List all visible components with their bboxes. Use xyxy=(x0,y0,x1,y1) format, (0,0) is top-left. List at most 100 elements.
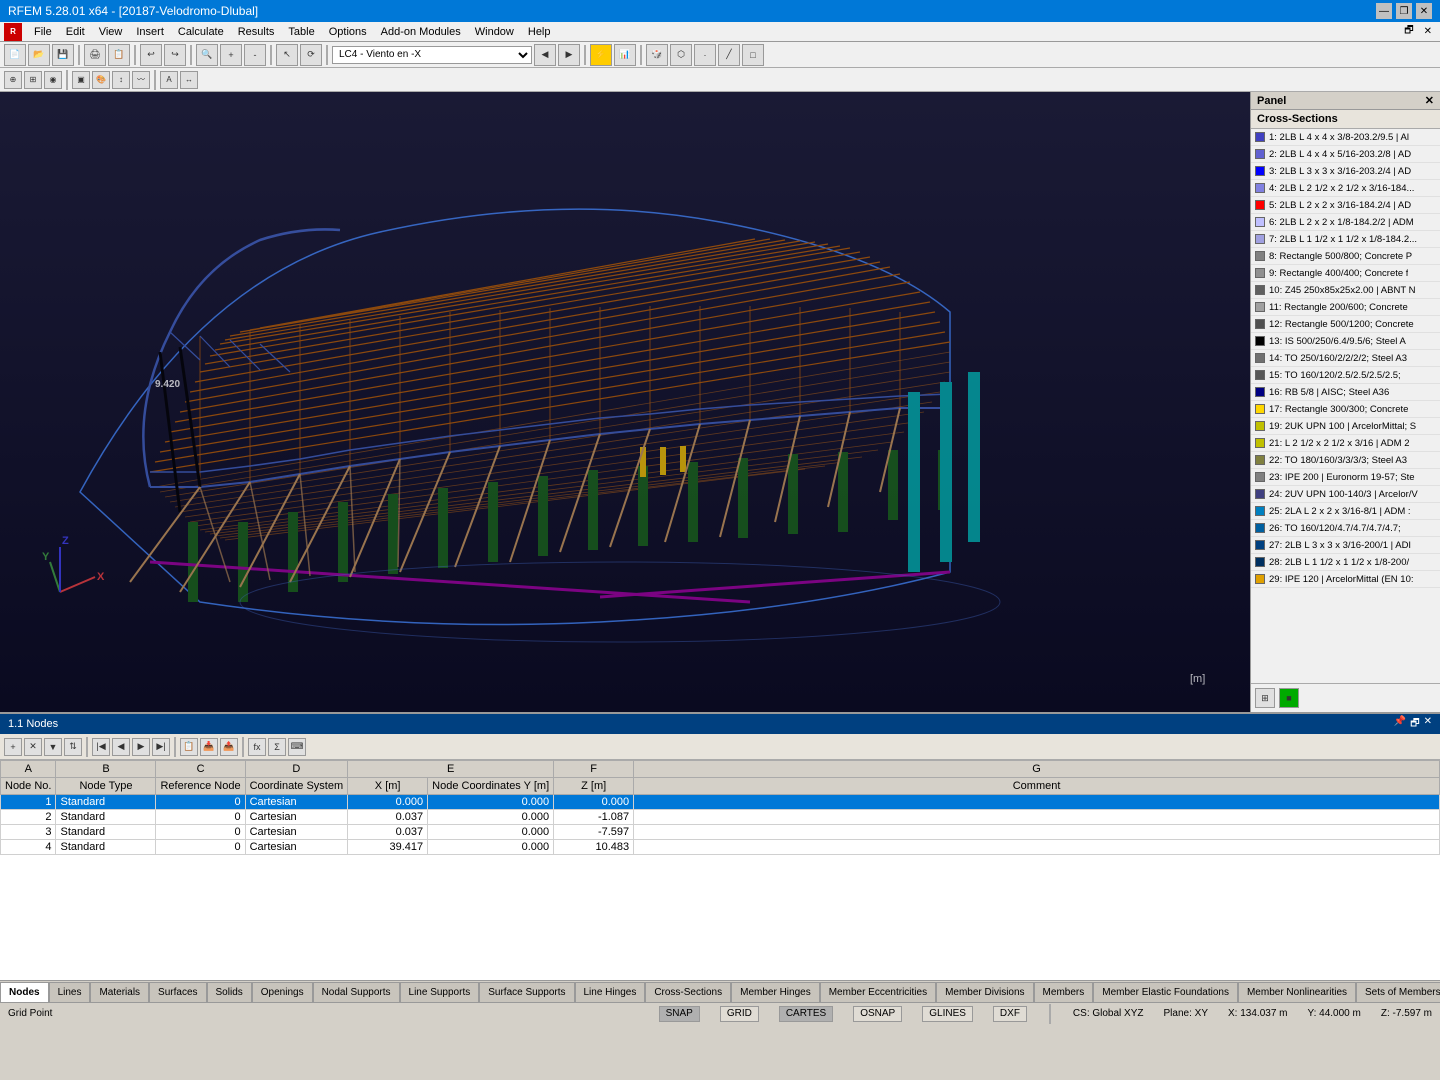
section-item-2[interactable]: 2: 2LB L 4 x 4 x 5/16-203.2/8 | AD xyxy=(1251,146,1440,163)
table-copy2[interactable]: 📋 xyxy=(180,738,198,756)
surface-btn[interactable]: □ xyxy=(742,44,764,66)
menu-options[interactable]: Options xyxy=(323,24,373,40)
section-item-21[interactable]: 23: IPE 200 | Euronorm 19-57; Ste xyxy=(1251,469,1440,486)
open-btn[interactable]: 📂 xyxy=(28,44,50,66)
table-import[interactable]: 📥 xyxy=(200,738,218,756)
tab-member-hinges[interactable]: Member Hinges xyxy=(731,982,820,1002)
section-item-10[interactable]: 10: Z45 250x85x25x2.00 | ABNT N xyxy=(1251,282,1440,299)
menu-table[interactable]: Table xyxy=(282,24,320,40)
select-btn[interactable]: ↖ xyxy=(276,44,298,66)
menu-addon[interactable]: Add-on Modules xyxy=(375,24,467,40)
rotate-btn[interactable]: ⟳ xyxy=(300,44,322,66)
panel-icon-2[interactable]: ■ xyxy=(1279,688,1299,708)
section-item-7[interactable]: 7: 2LB L 1 1/2 x 1 1/2 x 1/8-184.2... xyxy=(1251,231,1440,248)
line-btn[interactable]: ╱ xyxy=(718,44,740,66)
tab-line-hinges[interactable]: Line Hinges xyxy=(575,982,646,1002)
section-item-24[interactable]: 26: TO 160/120/4.7/4.7/4.7/4.7; xyxy=(1251,520,1440,537)
menu-edit[interactable]: Edit xyxy=(60,24,91,40)
window-controls[interactable]: — ❐ ✕ xyxy=(1376,3,1432,19)
render-btn[interactable]: ▣ xyxy=(72,71,90,89)
display-btn[interactable]: ◉ xyxy=(44,71,62,89)
table-add[interactable]: + xyxy=(4,738,22,756)
table-del[interactable]: ✕ xyxy=(24,738,42,756)
panel-close[interactable]: ✕ xyxy=(1425,94,1434,107)
cartes-button[interactable]: CARTES xyxy=(779,1006,833,1022)
section-item-11[interactable]: 11: Rectangle 200/600; Concrete xyxy=(1251,299,1440,316)
snap-button[interactable]: SNAP xyxy=(659,1006,700,1022)
table-nav-prev[interactable]: ◀ xyxy=(112,738,130,756)
table-calc[interactable]: ⌨ xyxy=(288,738,306,756)
menu-calculate[interactable]: Calculate xyxy=(172,24,230,40)
section-item-19[interactable]: 21: L 2 1/2 x 2 1/2 x 3/16 | ADM 2 xyxy=(1251,435,1440,452)
table-pin[interactable]: 📌 xyxy=(1394,716,1406,733)
tab-solids[interactable]: Solids xyxy=(207,982,252,1002)
save-btn[interactable]: 💾 xyxy=(52,44,74,66)
table-float[interactable]: 🗗 xyxy=(1410,716,1419,733)
dxf-button[interactable]: DXF xyxy=(993,1006,1027,1022)
section-item-1[interactable]: 1: 2LB L 4 x 4 x 3/8-203.2/9.5 | Al xyxy=(1251,129,1440,146)
table-container[interactable]: A B C D E F G Node No. Node Type Referen… xyxy=(0,760,1440,980)
tab-member-elastic-foundations[interactable]: Member Elastic Foundations xyxy=(1093,982,1238,1002)
section-item-26[interactable]: 28: 2LB L 1 1/2 x 1 1/2 x 1/8-200/ xyxy=(1251,554,1440,571)
osnap-button[interactable]: OSNAP xyxy=(853,1006,902,1022)
close-doc-button[interactable]: ✕ xyxy=(1420,26,1436,37)
tab-line-supports[interactable]: Line Supports xyxy=(400,982,480,1002)
table-close[interactable]: ✕ xyxy=(1424,716,1432,733)
tab-member-divisions[interactable]: Member Divisions xyxy=(936,982,1033,1002)
table-row[interactable]: 4 Standard 0 Cartesian 39.417 0.000 10.4… xyxy=(1,840,1440,855)
zoom-out-btn[interactable]: - xyxy=(244,44,266,66)
table-nav-first[interactable]: |◀ xyxy=(92,738,110,756)
section-item-18[interactable]: 19: 2UK UPN 100 | ArcelorMittal; S xyxy=(1251,418,1440,435)
calc-btn[interactable]: ⚡ xyxy=(590,44,612,66)
section-item-9[interactable]: 9: Rectangle 400/400; Concrete f xyxy=(1251,265,1440,282)
copy-btn[interactable]: 📋 xyxy=(108,44,130,66)
tab-sets-of-members[interactable]: Sets of Members xyxy=(1356,982,1440,1002)
section-item-20[interactable]: 22: TO 180/160/3/3/3/3; Steel A3 xyxy=(1251,452,1440,469)
menu-window[interactable]: Window xyxy=(469,24,520,40)
next-btn[interactable]: ▶ xyxy=(558,44,580,66)
load-disp-btn[interactable]: ↕ xyxy=(112,71,130,89)
table-fx[interactable]: fx xyxy=(248,738,266,756)
menu-results[interactable]: Results xyxy=(232,24,281,40)
tab-surface-supports[interactable]: Surface Supports xyxy=(479,982,574,1002)
new-btn[interactable]: 📄 xyxy=(4,44,26,66)
viewport-3d[interactable]: X Y Z 9.420 [m] xyxy=(0,92,1250,712)
minimize-button[interactable]: — xyxy=(1376,3,1392,19)
tab-openings[interactable]: Openings xyxy=(252,982,313,1002)
tab-nodal-supports[interactable]: Nodal Supports xyxy=(313,982,400,1002)
table-sort[interactable]: ⇅ xyxy=(64,738,82,756)
color-btn[interactable]: 🎨 xyxy=(92,71,110,89)
menu-file[interactable]: File xyxy=(28,24,58,40)
section-item-23[interactable]: 25: 2LA L 2 x 2 x 3/16-8/1 | ADM : xyxy=(1251,503,1440,520)
tab-member-nonlinearities[interactable]: Member Nonlinearities xyxy=(1238,982,1356,1002)
table-controls[interactable]: 📌 🗗 ✕ xyxy=(1394,716,1432,733)
print-btn[interactable]: 🖨 xyxy=(84,44,106,66)
table-row[interactable]: 3 Standard 0 Cartesian 0.037 0.000 -7.59… xyxy=(1,825,1440,840)
zoom-in-btn[interactable]: + xyxy=(220,44,242,66)
redo-btn[interactable]: ↪ xyxy=(164,44,186,66)
table-sigma[interactable]: Σ xyxy=(268,738,286,756)
tab-nodes[interactable]: Nodes xyxy=(0,982,49,1002)
panel-icon-1[interactable]: ⊞ xyxy=(1255,688,1275,708)
section-item-8[interactable]: 8: Rectangle 500/800; Concrete P xyxy=(1251,248,1440,265)
section-item-5[interactable]: 5: 2LB L 2 x 2 x 3/16-184.2/4 | AD xyxy=(1251,197,1440,214)
menu-view[interactable]: View xyxy=(93,24,129,40)
section-item-14[interactable]: 14: TO 250/160/2/2/2/2; Steel A3 xyxy=(1251,350,1440,367)
tab-lines[interactable]: Lines xyxy=(49,982,91,1002)
section-item-12[interactable]: 12: Rectangle 500/1200; Concrete xyxy=(1251,316,1440,333)
table-row[interactable]: 1 Standard 0 Cartesian 0.000 0.000 0.000 xyxy=(1,795,1440,810)
tab-members[interactable]: Members xyxy=(1034,982,1094,1002)
section-item-4[interactable]: 4: 2LB L 2 1/2 x 2 1/2 x 3/16-184... xyxy=(1251,180,1440,197)
table-export[interactable]: 📤 xyxy=(220,738,238,756)
section-item-16[interactable]: 16: RB 5/8 | AISC; Steel A36 xyxy=(1251,384,1440,401)
table-nav-last[interactable]: ▶| xyxy=(152,738,170,756)
dim-btn[interactable]: ↔ xyxy=(180,71,198,89)
undo-btn[interactable]: ↩ xyxy=(140,44,162,66)
section-item-6[interactable]: 6: 2LB L 2 x 2 x 1/8-184.2/2 | ADM xyxy=(1251,214,1440,231)
glines-button[interactable]: GLINES xyxy=(922,1006,973,1022)
close-button[interactable]: ✕ xyxy=(1416,3,1432,19)
restore-button[interactable]: 🗗 xyxy=(1400,23,1417,40)
label-btn[interactable]: A xyxy=(160,71,178,89)
maximize-button[interactable]: ❐ xyxy=(1396,3,1412,19)
tab-surfaces[interactable]: Surfaces xyxy=(149,982,206,1002)
